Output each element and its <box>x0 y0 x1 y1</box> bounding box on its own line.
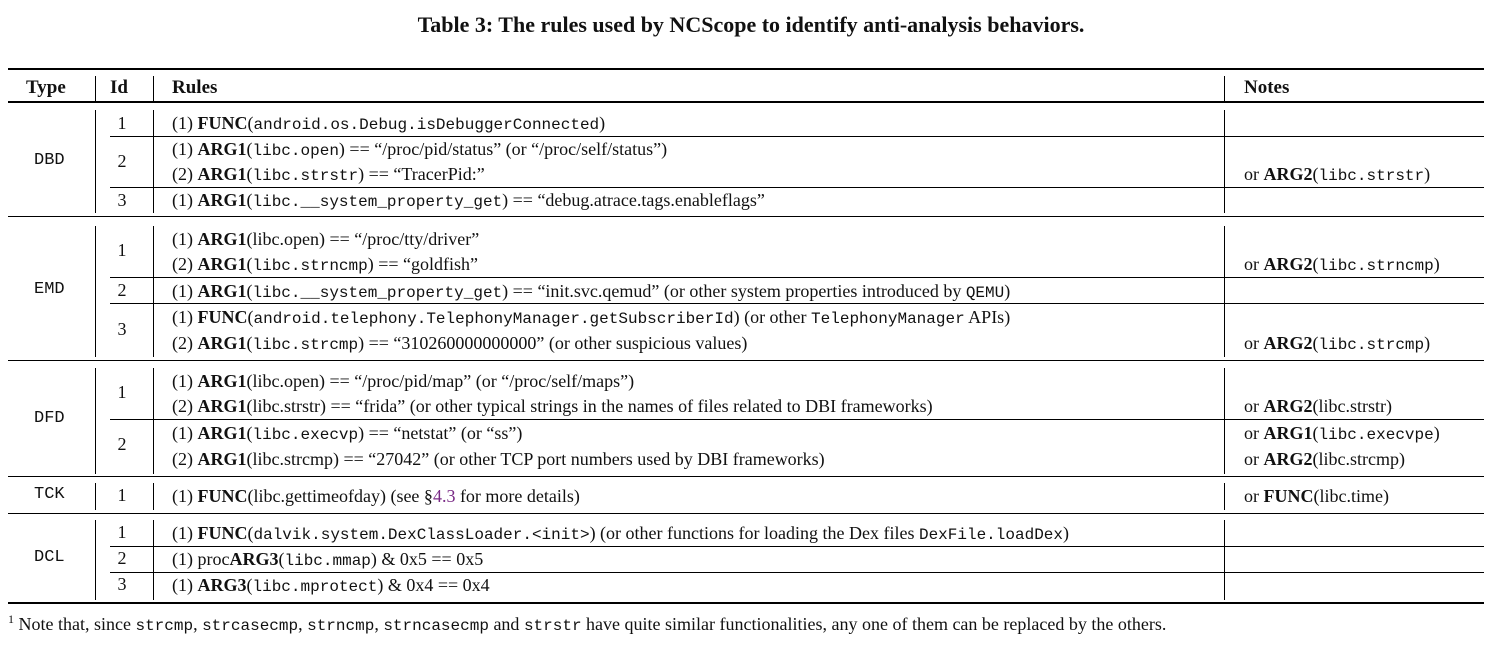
id-label: 2 <box>117 151 127 171</box>
id-label: 1 <box>117 240 127 260</box>
rule-line: (1) ARG1(libc.open) == “/proc/pid/map” (… <box>172 371 635 391</box>
rule-line: (1) FUNC(dalvik.system.DexClassLoader.<i… <box>172 523 1069 544</box>
group-rule-dbd <box>8 216 1484 217</box>
col-divider <box>1224 76 1225 101</box>
table-caption: Table 3: The rules used by NCScope to id… <box>417 12 1085 37</box>
header-id: Id <box>110 77 128 98</box>
note-line: or ARG2(libc.strcmp) <box>1244 333 1431 354</box>
rule-line: (2) ARG1(libc.strstr) == “frida” (or oth… <box>172 396 933 416</box>
rule-line: (1) procARG3(libc.mmap) & 0x5 == 0x5 <box>172 549 484 570</box>
col-divider <box>1224 520 1225 600</box>
header-type: Type <box>26 77 66 98</box>
id-label: 3 <box>117 574 127 594</box>
top-rule <box>8 68 1484 70</box>
rule-line: (1) ARG1(libc.__system_property_get) == … <box>172 281 1011 302</box>
group-rule-dfd <box>8 476 1484 477</box>
footnote: 1 Note that, since strcmp, strcasecmp, s… <box>8 612 1167 635</box>
rule-line: (2) ARG1(libc.strcmp) == “31026000000000… <box>172 333 748 354</box>
type-label: EMD <box>34 280 65 299</box>
col-divider <box>1224 110 1225 213</box>
rule-line: (1) ARG1(libc.open) == “/proc/pid/status… <box>172 139 668 160</box>
id-label: 1 <box>117 522 127 542</box>
rule-line: (1) ARG1(libc.execvp) == “netstat” (or “… <box>172 423 523 444</box>
id-label: 2 <box>117 434 127 454</box>
group-rule-emd <box>8 360 1484 361</box>
rule-line: (2) ARG1(libc.strstr) == “TracerPid:” <box>172 164 485 185</box>
type-label: DBD <box>34 151 65 170</box>
id-label: 3 <box>117 319 127 339</box>
type-label: TCK <box>34 485 65 504</box>
id-label: 3 <box>117 190 127 210</box>
col-divider <box>1224 483 1225 510</box>
rule-line: (2) ARG1(libc.strcmp) == “27042” (or oth… <box>172 449 825 469</box>
note-line: or FUNC(libc.time) <box>1244 486 1389 506</box>
header-notes: Notes <box>1244 77 1290 98</box>
note-line: or ARG2(libc.strstr) <box>1244 164 1431 185</box>
id-label: 2 <box>117 280 127 300</box>
rule-line: (1) FUNC(libc.gettimeofday) (see §4.3 fo… <box>172 486 580 506</box>
col-divider <box>153 76 154 101</box>
group-rule-tck <box>8 513 1484 514</box>
col-divider <box>1224 368 1225 474</box>
note-line: or ARG1(libc.execvpe) <box>1244 423 1440 444</box>
type-label: DFD <box>34 409 65 428</box>
rule-line: (1) ARG1(libc.__system_property_get) == … <box>172 190 765 211</box>
col-divider <box>95 76 96 101</box>
section-link[interactable]: 4.3 <box>433 486 456 506</box>
rule-line: (1) FUNC(android.telephony.TelephonyMana… <box>172 307 1011 328</box>
note-line: or ARG2(libc.strncmp) <box>1244 254 1440 275</box>
id-label: 1 <box>117 485 127 505</box>
type-label: DCL <box>34 548 65 567</box>
id-label: 1 <box>117 113 127 133</box>
rule-line: (1) ARG3(libc.mprotect) & 0x4 == 0x4 <box>172 575 490 596</box>
rule-line: (2) ARG1(libc.strncmp) == “goldfish” <box>172 254 478 275</box>
col-divider <box>1224 226 1225 357</box>
id-label: 2 <box>117 548 127 568</box>
id-label: 1 <box>117 382 127 402</box>
header-rules: Rules <box>172 77 218 98</box>
rule-line: (1) ARG1(libc.open) == “/proc/tty/driver… <box>172 229 480 249</box>
bottom-rule <box>8 602 1484 604</box>
note-line: or ARG2(libc.strcmp) <box>1244 449 1405 469</box>
header-rule <box>8 101 1484 103</box>
note-line: or ARG2(libc.strstr) <box>1244 396 1392 416</box>
rule-line: (1) FUNC(android.os.Debug.isDebuggerConn… <box>172 113 606 134</box>
